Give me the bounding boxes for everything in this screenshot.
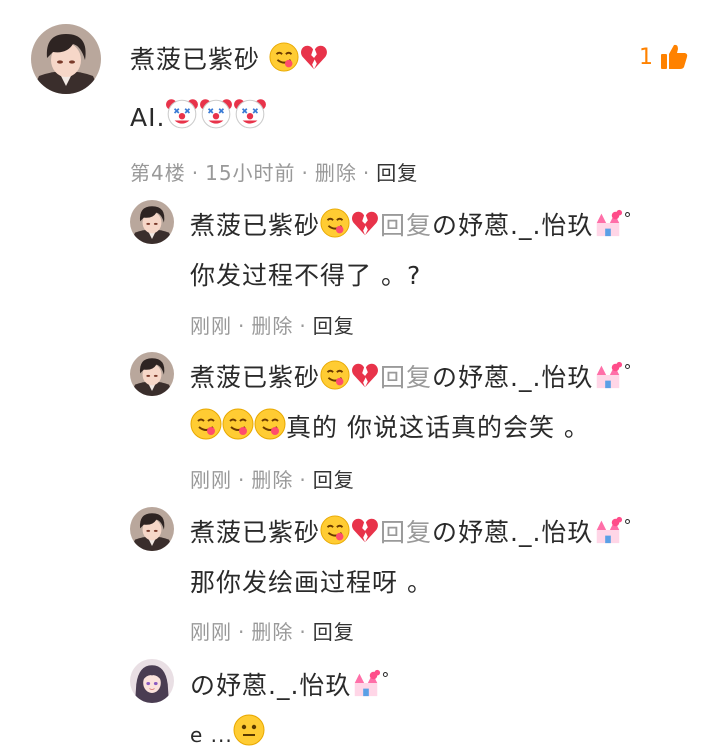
comment-username[interactable]: 煮菠已紫砂 [130, 40, 329, 76]
yum-emoji-icon [254, 408, 286, 440]
yum-emoji-icon [222, 408, 254, 440]
neutral-face-emoji-icon [233, 714, 265, 746]
reply-text: e ... [190, 714, 265, 748]
delete-button[interactable]: 删除 [315, 161, 357, 185]
degree-mark: ° [623, 516, 633, 535]
reply-button[interactable]: 回复 [313, 468, 355, 492]
yum-emoji-icon [320, 208, 350, 238]
clown-emoji-icon [199, 96, 233, 130]
degree-mark: ° [623, 361, 633, 380]
reply-button[interactable]: 回复 [376, 161, 418, 185]
reply-target-username[interactable]: の妤蒽._.怡玖 [432, 363, 593, 392]
reply-target-username[interactable]: の妤蒽._.怡玖 [432, 211, 593, 240]
clown-emoji-icon [233, 96, 267, 130]
broken-heart-icon [350, 515, 380, 545]
yum-emoji-icon [320, 360, 350, 390]
delete-button[interactable]: 删除 [251, 620, 293, 644]
floor-label: 第4楼 [130, 161, 186, 185]
reply-username[interactable]: 煮菠已紫砂 [190, 518, 320, 547]
reply-username[interactable]: 煮菠已紫砂 [190, 363, 320, 392]
timestamp: 刚刚 [190, 314, 232, 338]
reply-meta: 刚刚 · 删除 · 回复 [190, 620, 355, 644]
avatar[interactable] [130, 507, 174, 551]
reply-word: 回复 [380, 363, 433, 392]
degree-mark: ° [623, 209, 633, 228]
wedding-castle-icon [593, 515, 623, 545]
clown-emoji-icon [165, 96, 199, 130]
like-button[interactable]: 1 [639, 42, 689, 72]
wedding-castle-icon [593, 360, 623, 390]
reply-username[interactable]: の妤蒽._.怡玖 [190, 671, 351, 700]
avatar[interactable] [130, 200, 174, 244]
broken-heart-icon [299, 42, 329, 72]
reply-meta: 刚刚 · 删除 · 回复 [190, 468, 355, 492]
reply-button[interactable]: 回复 [313, 314, 355, 338]
broken-heart-icon [350, 360, 380, 390]
timestamp: 刚刚 [190, 620, 232, 644]
reply-text: 你发过程不得了 。? [190, 261, 422, 290]
reply-username[interactable]: 煮菠已紫砂 [190, 211, 320, 240]
like-count: 1 [639, 44, 653, 70]
wedding-castle-icon [593, 208, 623, 238]
broken-heart-icon [350, 208, 380, 238]
reply-word: 回复 [380, 518, 433, 547]
wedding-castle-icon [351, 668, 381, 698]
delete-button[interactable]: 删除 [251, 314, 293, 338]
avatar[interactable] [130, 352, 174, 396]
timestamp: 刚刚 [190, 468, 232, 492]
yum-emoji-icon [190, 408, 222, 440]
reply-meta: 刚刚 · 删除 · 回复 [190, 314, 355, 338]
reply-text: 那你发绘画过程呀 。 [190, 568, 433, 597]
yum-emoji-icon [320, 515, 350, 545]
comment-meta: 第4楼 · 15小时前 · 删除 · 回复 [130, 161, 419, 185]
reply-target-username[interactable]: の妤蒽._.怡玖 [432, 518, 593, 547]
reply-button[interactable]: 回复 [313, 620, 355, 644]
reply-text: 真的 你说这话真的会笑 。 [190, 408, 590, 444]
username-text[interactable]: 煮菠已紫砂 [130, 45, 260, 74]
reply-header: の妤蒽._.怡玖 ° [190, 666, 390, 702]
reply-header: 煮菠已紫砂 回复の妤蒽._.怡玖 ° [190, 358, 632, 394]
reply-word: 回复 [380, 211, 433, 240]
delete-button[interactable]: 删除 [251, 468, 293, 492]
reply-header: 煮菠已紫砂 回复の妤蒽._.怡玖 ° [190, 513, 632, 549]
comment-text: AI. [130, 96, 267, 132]
thumbs-up-icon[interactable] [659, 42, 689, 72]
reply-header: 煮菠已紫砂 回复の妤蒽._.怡玖 ° [190, 206, 632, 242]
timestamp: 15小时前 [205, 161, 296, 185]
avatar[interactable] [130, 659, 174, 703]
yum-emoji-icon [269, 42, 299, 72]
avatar[interactable] [31, 24, 101, 94]
degree-mark: ° [381, 669, 391, 688]
